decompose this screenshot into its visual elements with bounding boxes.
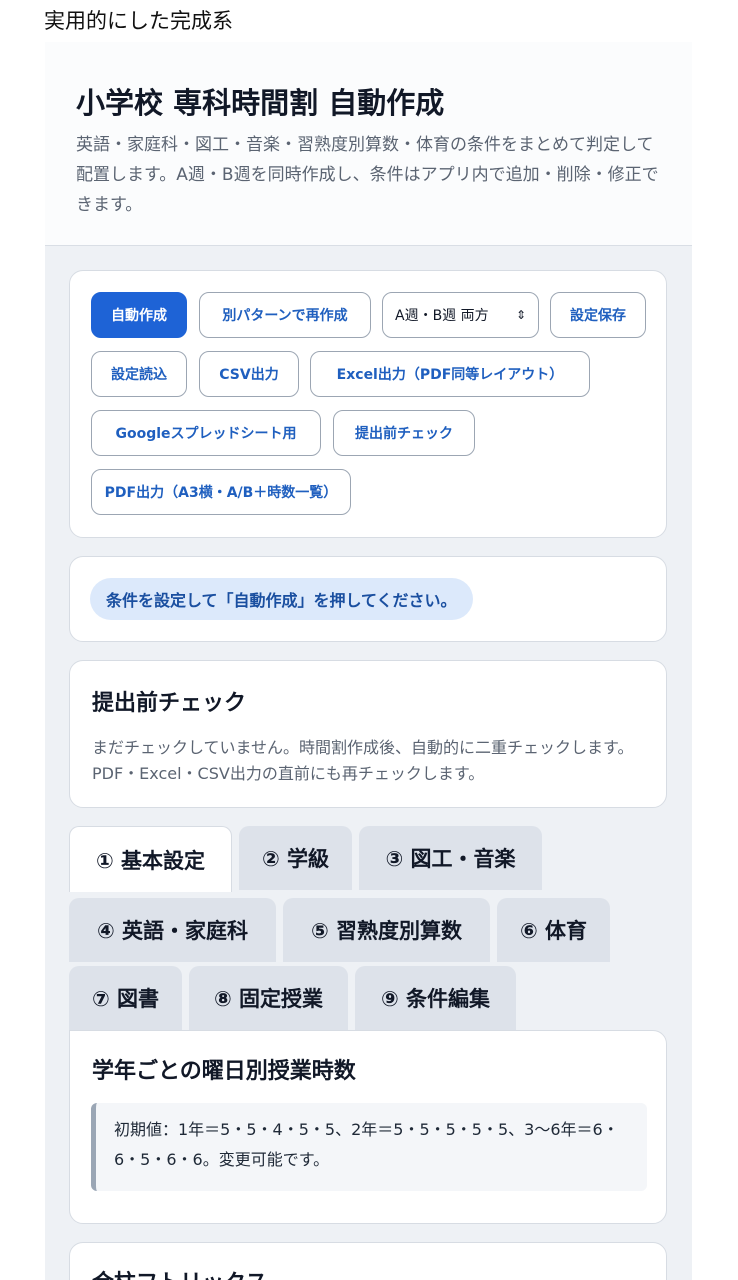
precheck-card: 提出前チェック まだチェックしていません。時間割作成後、自動的に二重チェックしま…: [69, 660, 667, 808]
page-title: 小学校 専科時間割 自動作成: [76, 86, 445, 120]
panel-title: 学年ごとの曜日別授業時数: [92, 1059, 356, 1084]
tab-basic-settings[interactable]: ① 基本設定: [69, 826, 232, 892]
settings-panel: 学年ごとの曜日別授業時数 初期値：1年＝5・5・4・5・5、2年＝5・5・5・5…: [69, 1030, 667, 1224]
status-message: 条件を設定して「自動作成」を押してください。: [90, 578, 473, 620]
csv-export-button[interactable]: CSV出力: [199, 351, 299, 397]
excel-export-button[interactable]: Excel出力（PDF同等レイアウト）: [310, 351, 590, 397]
status-card: 条件を設定して「自動作成」を押してください。: [69, 556, 667, 642]
tab-art-music[interactable]: ③ 図工・音楽: [359, 826, 542, 890]
save-settings-button[interactable]: 設定保存: [550, 292, 646, 338]
recreate-pattern-button[interactable]: 別パターンで再作成: [199, 292, 371, 338]
toolbar-card: 自動作成 別パターンで再作成 A週・B週 両方 ⇕ 設定保存 設定読込 CSV出…: [69, 270, 667, 538]
precheck-description: まだチェックしていません。時間割作成後、自動的に二重チェックします。PDF・Ex…: [92, 738, 634, 783]
google-sheets-button[interactable]: Googleスプレッドシート用: [91, 410, 321, 456]
auto-create-button[interactable]: 自動作成: [91, 292, 187, 338]
tab-math-levels[interactable]: ⑤ 習熟度別算数: [283, 898, 490, 962]
next-section-title: 合柱フトリックス: [92, 1265, 267, 1280]
tab-library[interactable]: ⑦ 図書: [69, 966, 182, 1030]
tab-fixed-lessons[interactable]: ⑧ 固定授業: [189, 966, 348, 1030]
tab-pe[interactable]: ⑥ 体育: [497, 898, 610, 962]
precheck-title: 提出前チェック: [92, 691, 247, 716]
tab-condition-edit[interactable]: ⑨ 条件編集: [355, 966, 516, 1030]
load-settings-button[interactable]: 設定読込: [91, 351, 187, 397]
caption: 実用的にした完成系: [44, 9, 233, 33]
tab-english-homeec[interactable]: ④ 英語・家庭科: [69, 898, 276, 962]
week-select[interactable]: A週・B週 両方 ⇕: [382, 292, 539, 338]
tab-classes[interactable]: ② 学級: [239, 826, 352, 890]
week-select-value: A週・B週 両方: [395, 308, 489, 324]
header: 小学校 専科時間割 自動作成 英語・家庭科・図工・音楽・習熟度別算数・体育の条件…: [45, 42, 692, 246]
pre-check-button[interactable]: 提出前チェック: [333, 410, 475, 456]
page-description: 英語・家庭科・図工・音楽・習熟度別算数・体育の条件をまとめて判定して配置します。…: [76, 135, 659, 215]
next-section-card: 合柱フトリックス: [69, 1242, 667, 1280]
default-hours-note: 初期値：1年＝5・5・4・5・5、2年＝5・5・5・5・5、3〜6年＝6・6・5…: [91, 1103, 647, 1191]
select-updown-icon: ⇕: [515, 308, 526, 322]
pdf-export-button[interactable]: PDF出力（A3横・A/B＋時数一覧）: [91, 469, 351, 515]
app-page: 小学校 専科時間割 自動作成 英語・家庭科・図工・音楽・習熟度別算数・体育の条件…: [45, 42, 692, 1280]
